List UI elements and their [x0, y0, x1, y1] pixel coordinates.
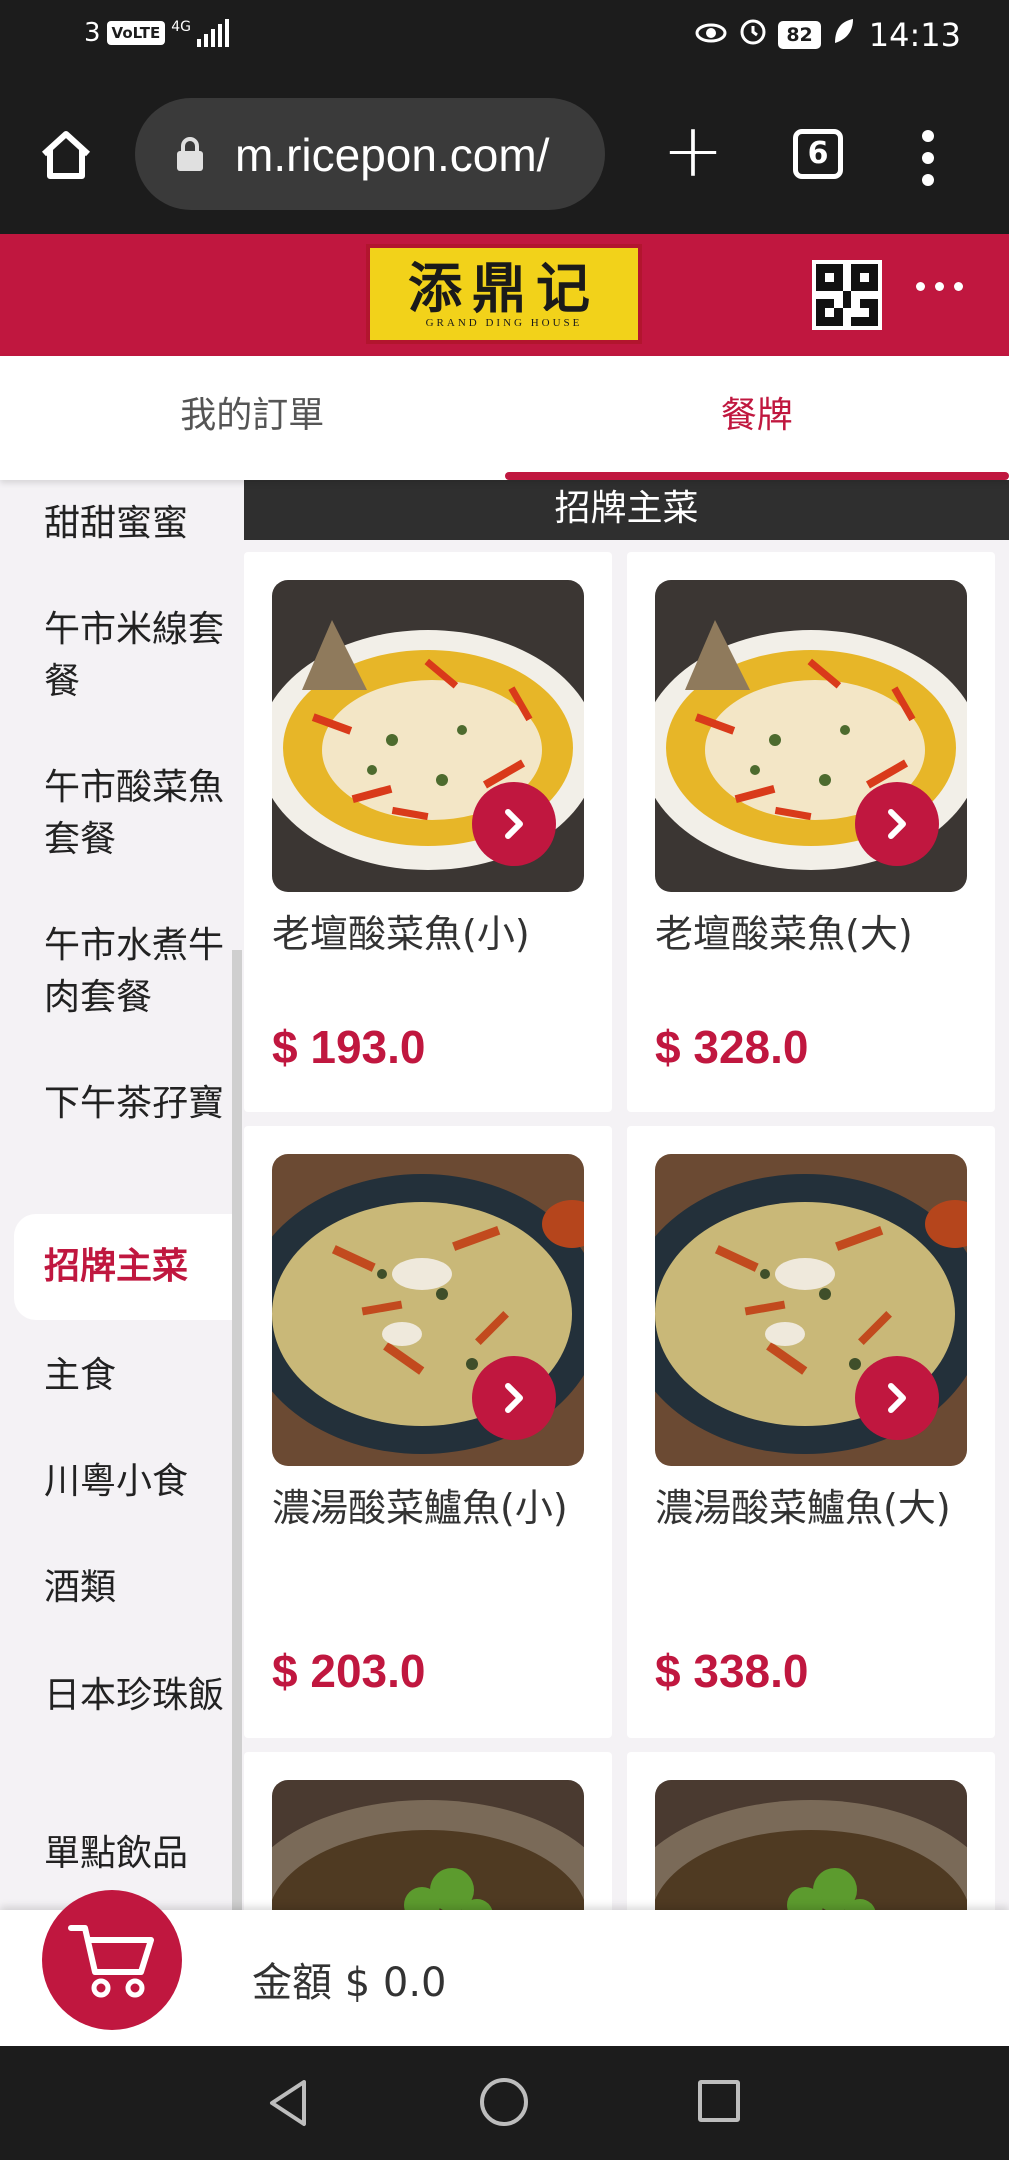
- menu-item-card[interactable]: [627, 1752, 995, 1910]
- view-item-button[interactable]: [472, 782, 556, 866]
- item-name: 濃湯酸菜鱸魚(大): [655, 1486, 951, 1530]
- battery-icon: 82: [778, 21, 821, 49]
- menu-item-card[interactable]: 濃湯酸菜鱸魚(大) $ 338.0: [627, 1126, 995, 1738]
- status-right: 82 14:13: [694, 16, 961, 54]
- item-name: 老壇酸菜魚(大): [655, 912, 913, 956]
- back-icon[interactable]: [266, 2078, 310, 2132]
- item-name: 老壇酸菜魚(小): [272, 912, 530, 956]
- logo-subtext: GRAND DING HOUSE: [425, 317, 583, 329]
- view-item-button[interactable]: [472, 1356, 556, 1440]
- sim-slot: 3: [84, 18, 101, 48]
- category-title: 招牌主菜: [244, 480, 1009, 540]
- category-sidebar[interactable]: 甜甜蜜蜜 午市米線套餐 午市酸菜魚套餐 午市水煮牛肉套餐 下午茶孖寶 招牌主菜 …: [0, 480, 236, 1910]
- clock-time: 14:13: [868, 16, 961, 54]
- status-left: 3 VoLTE 4G: [84, 18, 229, 48]
- signal-icon: [196, 19, 229, 47]
- view-item-button[interactable]: [855, 1356, 939, 1440]
- item-price: $ 338.0: [655, 1645, 809, 1697]
- home-icon[interactable]: [38, 126, 94, 182]
- item-price: $ 193.0: [272, 1021, 426, 1073]
- restaurant-logo[interactable]: 添鼎记 GRAND DING HOUSE: [366, 244, 642, 344]
- cart-icon[interactable]: [42, 1890, 182, 2030]
- home-circle-icon[interactable]: [480, 2078, 528, 2126]
- sidebar-item-alcohol[interactable]: 酒類: [44, 1562, 224, 1614]
- system-nav-bar: [0, 2046, 1009, 2160]
- content-area: 甜甜蜜蜜 午市米線套餐 午市酸菜魚套餐 午市水煮牛肉套餐 下午茶孖寶 招牌主菜 …: [0, 480, 1009, 1910]
- food-photo-dry-pot[interactable]: [272, 1780, 584, 1910]
- food-photo-soup-bowl[interactable]: [272, 1154, 584, 1466]
- lock-icon[interactable]: [175, 136, 205, 172]
- cart-total: 金額 $ 0.0: [252, 1960, 447, 2006]
- leaf-icon: [831, 17, 855, 53]
- sidebar-item-afternoon-tea[interactable]: 下午茶孖寶: [44, 1078, 224, 1130]
- eye-comfort-icon: [694, 18, 728, 53]
- view-item-button[interactable]: [855, 782, 939, 866]
- tab-bar: 我的訂單 餐牌: [0, 356, 1009, 480]
- food-photo-dry-pot[interactable]: [655, 1780, 967, 1910]
- sidebar-item-pearl-rice[interactable]: 日本珍珠飯: [44, 1670, 224, 1722]
- sidebar-item-lunch-boiled-beef[interactable]: 午市水煮牛肉套餐: [44, 920, 224, 1024]
- item-name: 濃湯酸菜鱸魚(小): [272, 1486, 568, 1530]
- network-type: 4G: [171, 19, 191, 35]
- browser-toolbar: m.ricepon.com/ + 6: [0, 74, 1009, 234]
- sidebar-item-sweets[interactable]: 甜甜蜜蜜: [44, 498, 224, 550]
- recents-icon[interactable]: [698, 2080, 740, 2122]
- more-options-icon[interactable]: [916, 282, 963, 291]
- alarm-icon: [738, 16, 768, 54]
- tab-menu[interactable]: 餐牌: [504, 356, 1009, 480]
- sidebar-item-staples[interactable]: 主食: [44, 1350, 224, 1402]
- sidebar-item-lunch-pickled-fish[interactable]: 午市酸菜魚套餐: [44, 762, 224, 866]
- menu-item-card[interactable]: 濃湯酸菜鱸魚(小) $ 203.0: [244, 1126, 612, 1738]
- food-photo-soup-bowl[interactable]: [655, 1154, 967, 1466]
- item-price: $ 328.0: [655, 1021, 809, 1073]
- new-tab-icon[interactable]: +: [662, 114, 724, 188]
- tab-my-orders[interactable]: 我的訂單: [0, 356, 505, 480]
- sidebar-item-snacks[interactable]: 川粵小食: [44, 1456, 224, 1508]
- menu-item-card[interactable]: [244, 1752, 612, 1910]
- menu-item-card[interactable]: 老壇酸菜魚(大) $ 328.0: [627, 552, 995, 1112]
- tab-switcher-button[interactable]: 6: [793, 129, 843, 179]
- sidebar-scrollbar[interactable]: [232, 950, 242, 1910]
- sidebar-item-drinks[interactable]: 單點飲品: [44, 1828, 224, 1880]
- food-photo-fish-plate[interactable]: [655, 580, 967, 892]
- volte-badge: VoLTE: [106, 21, 166, 45]
- item-price: $ 203.0: [272, 1645, 426, 1697]
- status-bar: 3 VoLTE 4G 82 14:13: [0, 0, 1009, 74]
- food-photo-fish-plate[interactable]: [272, 580, 584, 892]
- menu-grid: 招牌主菜 老壇酸菜魚(小) $ 193.0 老壇酸菜魚(大) $ 328.0 濃…: [244, 480, 1009, 1910]
- cart-bar: 金額 $ 0.0: [0, 1890, 1009, 2046]
- qr-code-icon[interactable]: [812, 260, 882, 330]
- menu-item-card[interactable]: 老壇酸菜魚(小) $ 193.0: [244, 552, 612, 1112]
- url-text[interactable]: m.ricepon.com/: [235, 128, 549, 182]
- logo-text: 添鼎记: [408, 256, 600, 320]
- url-bar[interactable]: m.ricepon.com/: [135, 98, 605, 210]
- sidebar-item-lunch-rice-noodle[interactable]: 午市米線套餐: [44, 604, 224, 708]
- sidebar-item-signature[interactable]: 招牌主菜: [14, 1214, 236, 1320]
- site-header: 添鼎记 GRAND DING HOUSE: [0, 234, 1009, 356]
- menu-icon[interactable]: [922, 130, 934, 186]
